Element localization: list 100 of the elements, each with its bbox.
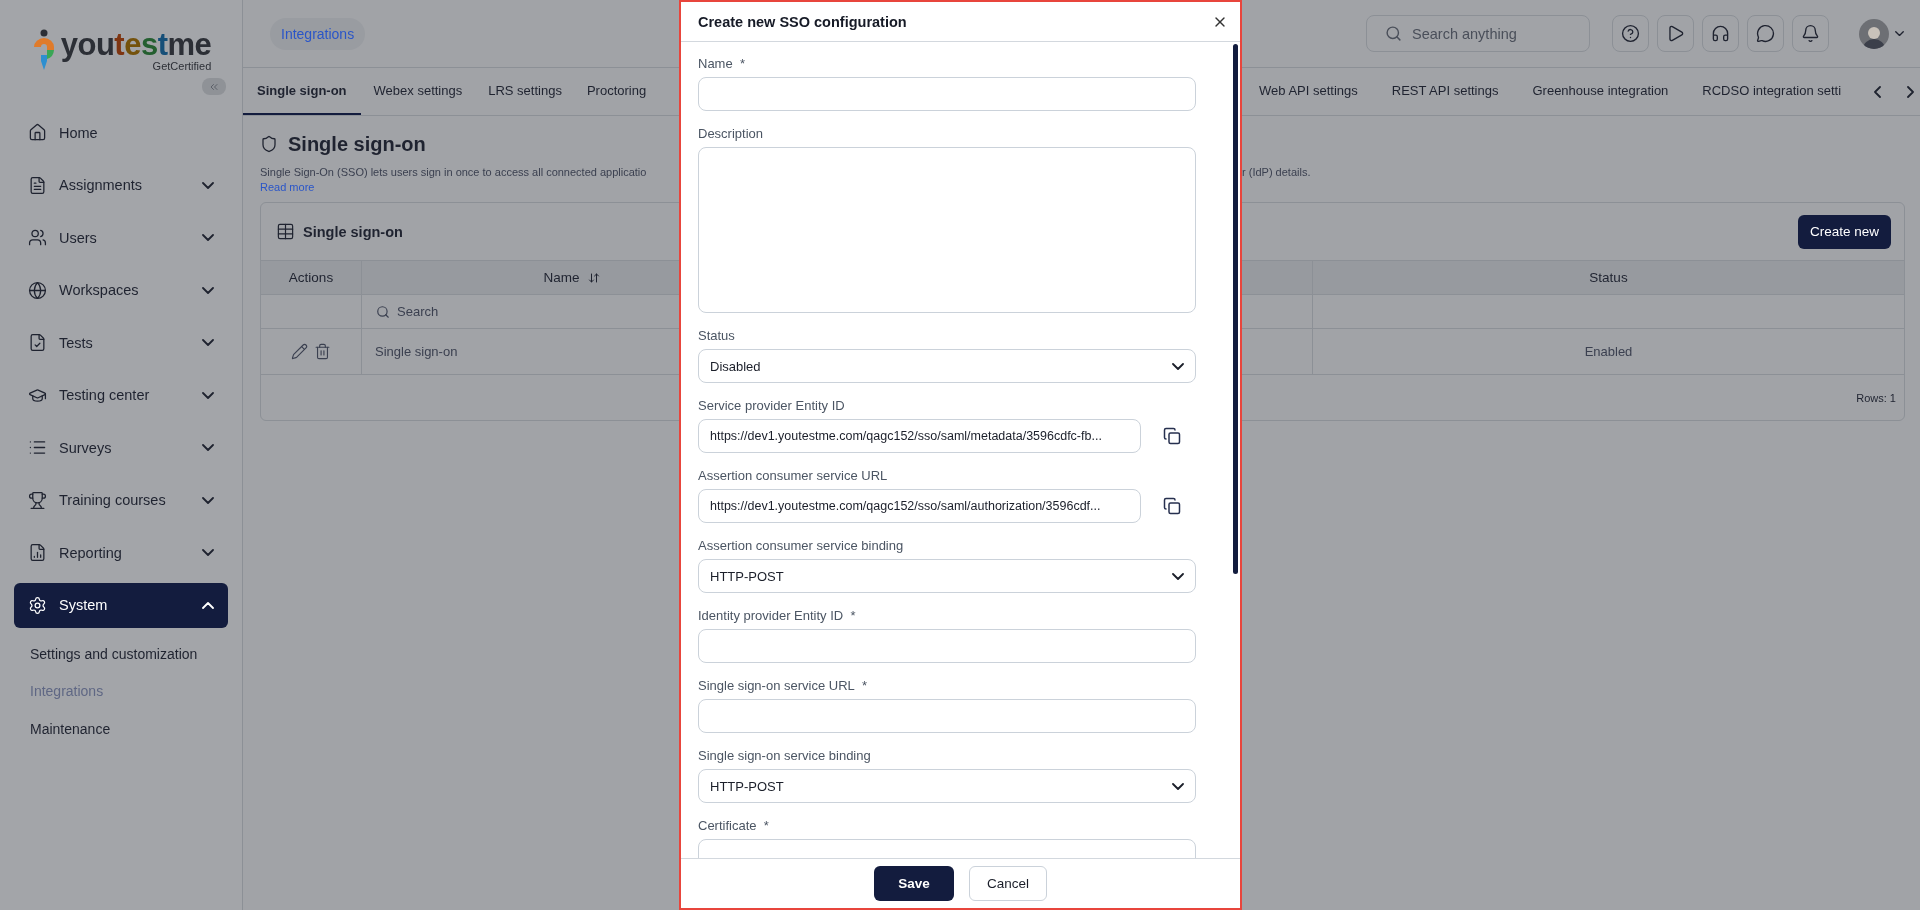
sidebar-item[interactable]: Users [14,215,228,260]
description-text: Single Sign-On (SSO) lets users sign in once to access all connected applicatio [260,166,648,178]
sidebar-item[interactable]: Home [14,110,228,155]
sidebar-item[interactable]: Testing center [14,372,228,418]
field-label: Certificate * [698,818,770,834]
tab[interactable]: REST API settings [1374,68,1516,115]
tab[interactable]: Single sign-on [243,68,361,115]
cancel-button[interactable]: Cancel [969,866,1047,901]
tab[interactable]: LRS settings [475,68,575,115]
chart-file-icon [28,543,47,562]
field-label: Single sign-on service URL * [698,678,869,694]
copy-button[interactable] [1163,427,1181,445]
chevron-down-icon [202,286,214,294]
home-icon [28,123,47,142]
table-icon [276,222,295,241]
field-label: Name * [698,56,746,72]
sidebar-subitem[interactable]: Maintenance [14,710,228,748]
edit-icon[interactable] [291,343,308,360]
tab[interactable]: Proctoring [574,68,659,115]
chevron-down-icon [202,496,214,504]
sidebar-subitem[interactable]: Settings and customization [14,635,228,673]
search-icon [1385,25,1402,42]
copy-button[interactable] [1163,497,1181,515]
field-label: Service provider Entity ID [698,398,846,414]
chevron-down-icon [202,549,214,556]
avatar[interactable] [1859,18,1889,49]
chevron-down-icon [1172,572,1184,580]
chevron-down-icon [202,339,214,346]
trash-icon[interactable] [314,343,331,360]
sidebar-item[interactable]: System [14,582,228,628]
select-field[interactable]: Disabled [698,349,1196,383]
chevron-left-icon [1874,85,1882,98]
field-label: Status [698,328,736,344]
input-field[interactable] [698,77,1196,111]
dialog-title: Create new SSO configuration [698,13,907,30]
notifications-button[interactable] [1792,15,1829,52]
headphones-icon [1711,24,1730,43]
sidebar-item[interactable]: Assignments [14,162,228,208]
input-field[interactable]: https://dev1.youtestme.com/qagc152/sso/saml/authorization/3596cdf... [698,489,1141,523]
create-new-button[interactable]: Create new [1797,214,1891,249]
caret-icon[interactable] [1895,30,1904,37]
help-icon [1621,24,1640,43]
page-title: Single sign-on [288,132,426,156]
trophy-icon [28,490,47,510]
sidebar-item[interactable]: Workspaces [14,267,228,313]
logo-tagline: GetCertified [152,60,212,72]
input-field[interactable] [698,629,1196,663]
input-field[interactable]: https://dev1.youtestme.com/qagc152/sso/saml/metadata/3596cdfc-fb... [698,419,1141,453]
sidebar-item[interactable]: Tests [14,320,228,365]
chevron-down-icon [1172,782,1184,790]
tab[interactable]: Webex settings [360,68,476,115]
play-button[interactable] [1657,15,1694,52]
help-button[interactable] [1612,15,1649,52]
bell-icon [1801,24,1820,43]
sidebar-item[interactable]: Surveys [14,425,228,470]
scrollbar[interactable] [1233,44,1238,574]
list-icon [28,438,47,457]
sort-icon [587,271,600,284]
field-label: Assertion consumer service URL [698,468,889,484]
play-icon [1666,24,1685,43]
row-count: Rows: 1 [1856,391,1896,404]
column-header: Actions [261,260,362,294]
shield-icon [260,135,278,153]
field-label: Assertion consumer service binding [698,538,905,554]
field-label: Description [698,126,765,142]
chevron-right-icon [1907,85,1915,98]
textarea-field[interactable] [698,147,1196,313]
chevron-down-icon [202,181,214,189]
search-icon [376,304,390,319]
logo-wordmark: youtestme [60,28,212,60]
chevron-down-icon [202,234,214,241]
save-button[interactable]: Save [874,866,954,901]
card-title: Single sign-on [303,223,404,240]
tab[interactable]: Web API settings [1242,68,1375,115]
tab[interactable]: Greenhouse integration [1515,68,1686,115]
document-icon [28,175,47,195]
chat-icon [1756,24,1775,43]
table-cell: Enabled [1313,328,1904,374]
copy-icon [1163,427,1181,445]
support-button[interactable] [1702,15,1739,52]
chevron-down-icon [202,444,214,451]
field-label: Identity provider Entity ID * [698,608,857,624]
field-label: Single sign-on service binding [698,748,872,764]
checklist-icon [28,333,47,352]
sidebar-item[interactable]: Reporting [14,530,228,575]
column-header: Status [1313,260,1904,294]
select-field[interactable]: HTTP-POST [698,769,1196,803]
settings-icon [28,595,47,615]
search-field[interactable]: Search anything [1366,15,1590,52]
sidebar-item[interactable]: Training courses [14,477,228,523]
globe-icon [28,280,47,300]
chat-button[interactable] [1747,15,1784,52]
copy-icon [1163,497,1181,515]
chevron-down-icon [1172,362,1184,370]
input-field[interactable] [698,699,1196,733]
description-text: r (IdP) details. [1242,166,1312,178]
tab[interactable]: RCDSO integration setti [1685,68,1859,115]
search-field[interactable]: Search [376,304,439,319]
chevron-up-icon [202,601,214,609]
select-field[interactable]: HTTP-POST [698,559,1196,593]
